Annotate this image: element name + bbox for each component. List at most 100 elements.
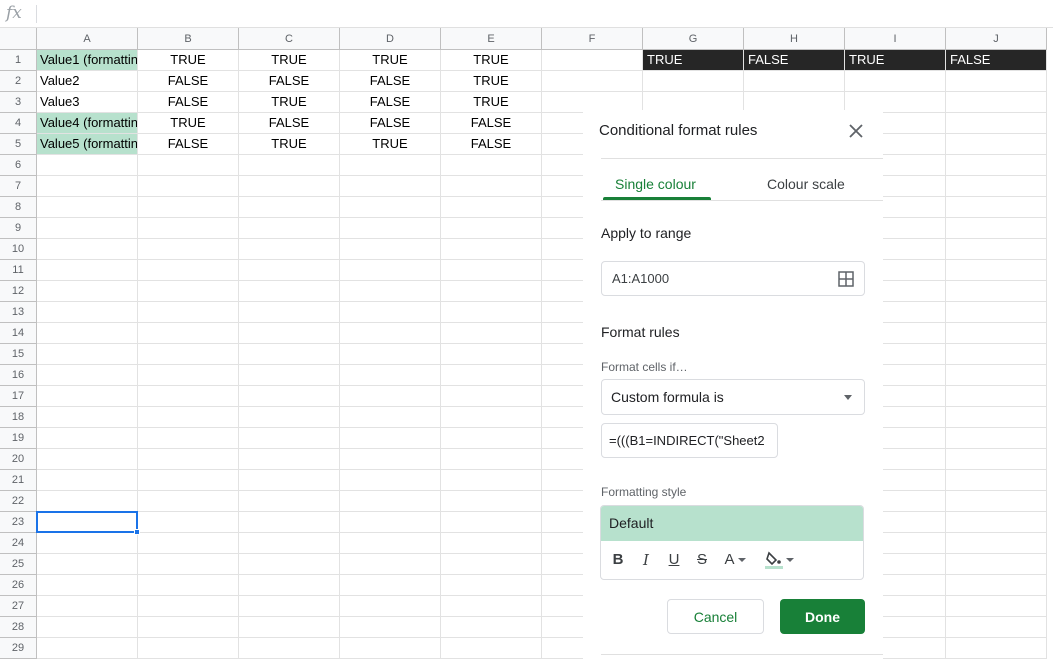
- column-header-f[interactable]: F: [542, 28, 643, 50]
- cell-e7[interactable]: [441, 176, 542, 197]
- column-header-i[interactable]: I: [845, 28, 946, 50]
- cell-a3[interactable]: Value3: [37, 92, 138, 113]
- cell-j28[interactable]: [946, 617, 1047, 638]
- cell-b8[interactable]: [138, 197, 239, 218]
- cell-f2[interactable]: [542, 71, 643, 92]
- cell-c10[interactable]: [239, 239, 340, 260]
- cell-j16[interactable]: [946, 365, 1047, 386]
- cell-b15[interactable]: [138, 344, 239, 365]
- strikethrough-button[interactable]: S: [693, 548, 711, 572]
- cell-e14[interactable]: [441, 323, 542, 344]
- row-header-12[interactable]: 12: [0, 281, 37, 302]
- cell-d4[interactable]: FALSE: [340, 113, 441, 134]
- row-header-19[interactable]: 19: [0, 428, 37, 449]
- row-header-13[interactable]: 13: [0, 302, 37, 323]
- row-header-11[interactable]: 11: [0, 260, 37, 281]
- cell-c14[interactable]: [239, 323, 340, 344]
- cell-d20[interactable]: [340, 449, 441, 470]
- cell-c4[interactable]: FALSE: [239, 113, 340, 134]
- cell-e13[interactable]: [441, 302, 542, 323]
- cell-d9[interactable]: [340, 218, 441, 239]
- cell-d8[interactable]: [340, 197, 441, 218]
- cell-b10[interactable]: [138, 239, 239, 260]
- cell-c11[interactable]: [239, 260, 340, 281]
- cell-c24[interactable]: [239, 533, 340, 554]
- row-header-10[interactable]: 10: [0, 239, 37, 260]
- close-icon[interactable]: [847, 122, 865, 140]
- row-header-6[interactable]: 6: [0, 155, 37, 176]
- cell-a20[interactable]: [37, 449, 138, 470]
- cell-a26[interactable]: [37, 575, 138, 596]
- cell-d27[interactable]: [340, 596, 441, 617]
- cell-e6[interactable]: [441, 155, 542, 176]
- cell-b26[interactable]: [138, 575, 239, 596]
- cell-e23[interactable]: [441, 512, 542, 533]
- cell-j3[interactable]: [946, 92, 1047, 113]
- cell-j7[interactable]: [946, 176, 1047, 197]
- cell-g2[interactable]: [643, 71, 744, 92]
- cell-a17[interactable]: [37, 386, 138, 407]
- cell-j25[interactable]: [946, 554, 1047, 575]
- cell-d22[interactable]: [340, 491, 441, 512]
- cell-j24[interactable]: [946, 533, 1047, 554]
- cell-e19[interactable]: [441, 428, 542, 449]
- row-header-21[interactable]: 21: [0, 470, 37, 491]
- fill-handle[interactable]: [134, 529, 140, 535]
- cell-d23[interactable]: [340, 512, 441, 533]
- cell-a19[interactable]: [37, 428, 138, 449]
- cell-a13[interactable]: [37, 302, 138, 323]
- cancel-button[interactable]: Cancel: [667, 599, 764, 634]
- cell-b16[interactable]: [138, 365, 239, 386]
- cell-d6[interactable]: [340, 155, 441, 176]
- cell-b11[interactable]: [138, 260, 239, 281]
- cell-a23[interactable]: [37, 512, 138, 533]
- row-header-9[interactable]: 9: [0, 218, 37, 239]
- fill-color-button[interactable]: [761, 548, 797, 572]
- column-header-d[interactable]: D: [340, 28, 441, 50]
- cell-c17[interactable]: [239, 386, 340, 407]
- cell-a15[interactable]: [37, 344, 138, 365]
- column-header-h[interactable]: H: [744, 28, 845, 50]
- cell-d3[interactable]: FALSE: [340, 92, 441, 113]
- cell-c27[interactable]: [239, 596, 340, 617]
- cell-b12[interactable]: [138, 281, 239, 302]
- cell-e27[interactable]: [441, 596, 542, 617]
- cell-j2[interactable]: [946, 71, 1047, 92]
- cell-b20[interactable]: [138, 449, 239, 470]
- cell-b22[interactable]: [138, 491, 239, 512]
- cell-j12[interactable]: [946, 281, 1047, 302]
- row-header-4[interactable]: 4: [0, 113, 37, 134]
- cell-a29[interactable]: [37, 638, 138, 659]
- cell-c8[interactable]: [239, 197, 340, 218]
- cell-a4[interactable]: Value4 (formatting: [37, 113, 138, 134]
- style-preset-dropdown[interactable]: Default: [601, 506, 863, 541]
- cell-a12[interactable]: [37, 281, 138, 302]
- cell-c20[interactable]: [239, 449, 340, 470]
- cell-e28[interactable]: [441, 617, 542, 638]
- cell-a11[interactable]: [37, 260, 138, 281]
- column-header-e[interactable]: E: [441, 28, 542, 50]
- cell-b1[interactable]: TRUE: [138, 50, 239, 71]
- cell-a25[interactable]: [37, 554, 138, 575]
- tab-colour-scale[interactable]: Colour scale: [767, 176, 845, 192]
- cell-j21[interactable]: [946, 470, 1047, 491]
- row-header-14[interactable]: 14: [0, 323, 37, 344]
- row-header-25[interactable]: 25: [0, 554, 37, 575]
- cell-e11[interactable]: [441, 260, 542, 281]
- cell-c1[interactable]: TRUE: [239, 50, 340, 71]
- formula-bar[interactable]: fx: [0, 0, 1053, 28]
- cell-a14[interactable]: [37, 323, 138, 344]
- cell-e12[interactable]: [441, 281, 542, 302]
- cell-j9[interactable]: [946, 218, 1047, 239]
- row-header-16[interactable]: 16: [0, 365, 37, 386]
- grid-select-icon[interactable]: [838, 271, 854, 287]
- cell-j23[interactable]: [946, 512, 1047, 533]
- cell-a27[interactable]: [37, 596, 138, 617]
- cell-b18[interactable]: [138, 407, 239, 428]
- row-header-18[interactable]: 18: [0, 407, 37, 428]
- cell-j26[interactable]: [946, 575, 1047, 596]
- cell-c15[interactable]: [239, 344, 340, 365]
- cell-d21[interactable]: [340, 470, 441, 491]
- cell-b2[interactable]: FALSE: [138, 71, 239, 92]
- cell-j8[interactable]: [946, 197, 1047, 218]
